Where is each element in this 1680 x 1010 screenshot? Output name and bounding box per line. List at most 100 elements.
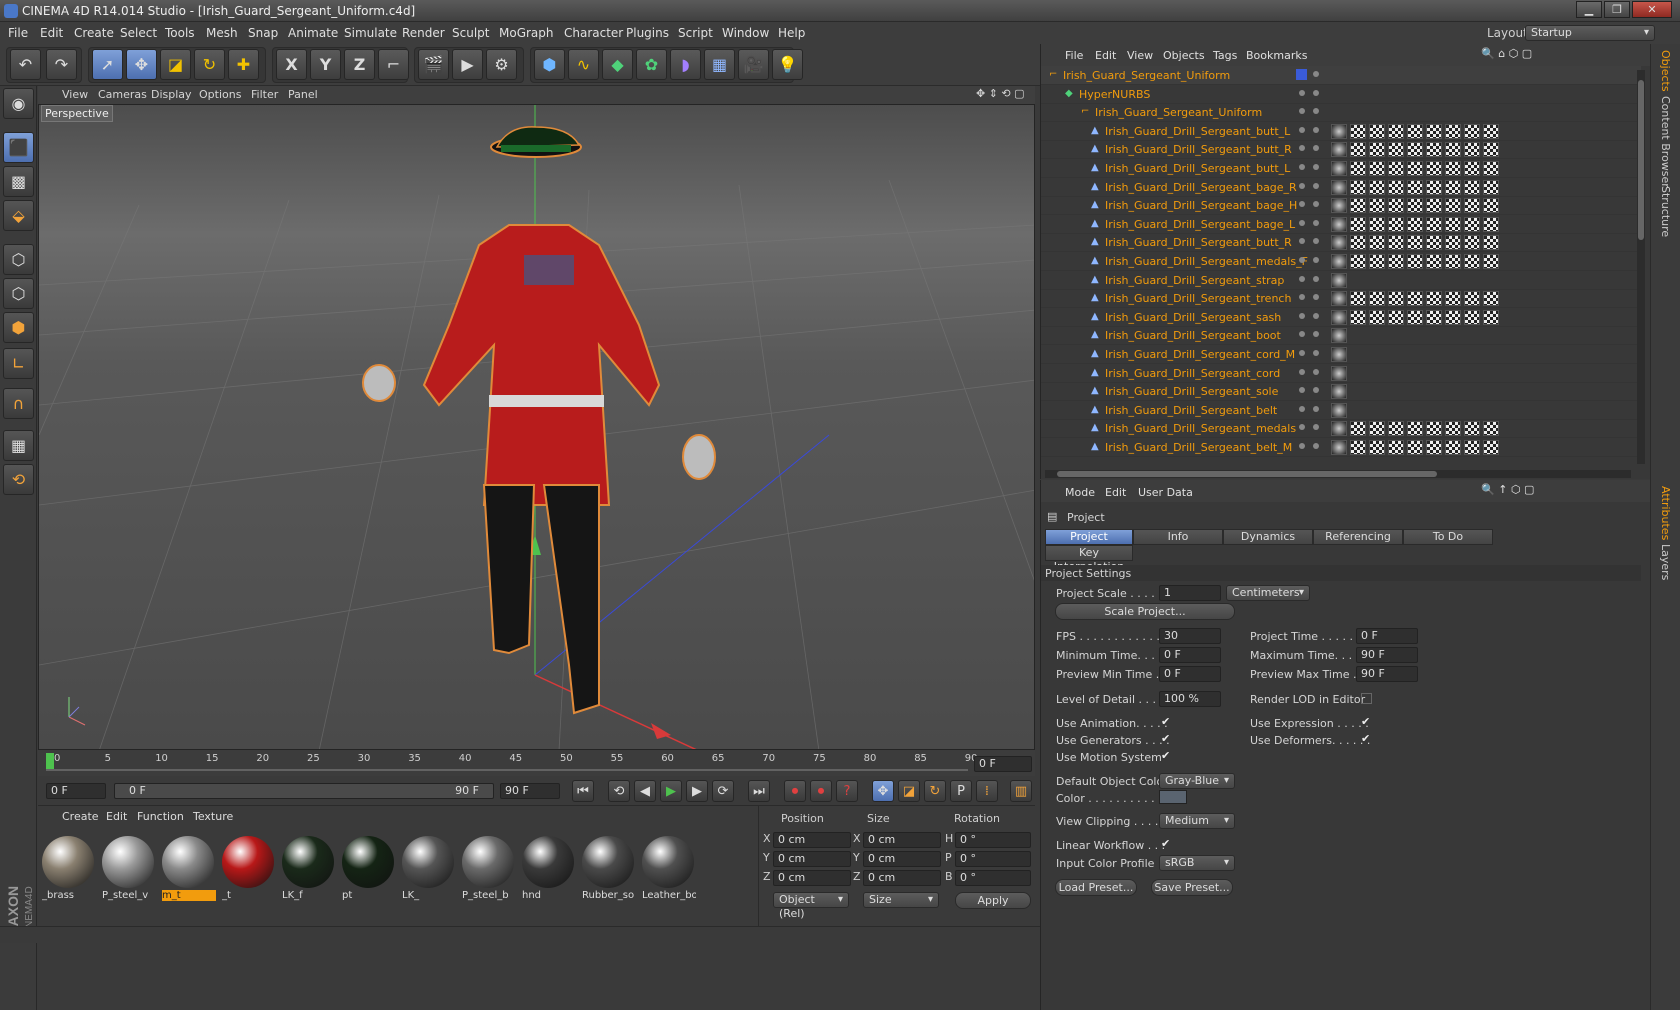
previous-frame-icon[interactable]: ◀: [634, 780, 656, 802]
min-time-field[interactable]: 0 F: [1159, 647, 1221, 663]
menu-tools[interactable]: Tools: [165, 26, 195, 40]
material-tag-icon[interactable]: [1445, 142, 1461, 158]
obj-menu-objects[interactable]: Objects: [1163, 49, 1205, 62]
obj-vscrollbar[interactable]: [1637, 70, 1645, 464]
coord-system-icon[interactable]: ⌐: [378, 49, 409, 80]
render-view-icon[interactable]: 🎬: [418, 49, 449, 80]
vp-menu-filter[interactable]: Filter: [251, 88, 278, 101]
texture-tag-icon[interactable]: [1331, 440, 1347, 455]
material-tag-icon[interactable]: [1483, 235, 1499, 251]
editor-visibility-dot[interactable]: [1299, 89, 1305, 96]
texture-tag-icon[interactable]: [1331, 402, 1347, 418]
range-slider[interactable]: 0 F 90 F: [114, 783, 494, 799]
coord-size-dropdown[interactable]: Size: [863, 892, 939, 908]
current-frame-field[interactable]: 0 F: [974, 756, 1032, 772]
coord-rotation-field[interactable]: 0 °: [955, 832, 1031, 848]
material-tag-icon[interactable]: [1350, 179, 1366, 195]
material-tag-icon[interactable]: [1426, 291, 1442, 307]
texture-tag-icon[interactable]: [1331, 365, 1347, 381]
next-frame-icon[interactable]: ▶: [686, 780, 708, 802]
render-visibility-dot[interactable]: [1313, 164, 1319, 170]
play-icon[interactable]: ▶: [660, 780, 682, 802]
material-tag-icon[interactable]: [1464, 179, 1480, 195]
material-tag-icon[interactable]: [1407, 309, 1423, 325]
layout-dropdown[interactable]: Startup: [1525, 25, 1655, 41]
material-tag-icon[interactable]: [1388, 254, 1404, 269]
texture-mode-icon[interactable]: ▩: [3, 166, 34, 197]
material-tag-icon[interactable]: [1407, 161, 1423, 176]
material-tag-icon[interactable]: [1407, 440, 1423, 455]
material-item[interactable]: P_steel_b: [460, 834, 516, 902]
coord-size-field[interactable]: 0 cm: [863, 851, 941, 867]
workplane-lock-icon[interactable]: ▦: [3, 430, 34, 461]
obj-menu-file[interactable]: File: [1065, 49, 1083, 62]
editor-visibility-dot[interactable]: [1299, 108, 1305, 115]
editor-visibility-dot[interactable]: [1299, 219, 1305, 226]
obj-menu-tags[interactable]: Tags: [1213, 49, 1237, 62]
material-tag-icon[interactable]: [1350, 198, 1366, 214]
material-tag-icon[interactable]: [1445, 216, 1461, 232]
object-row[interactable]: ▲ Irish_Guard_Drill_Sergeant_butt_R: [1041, 140, 1641, 160]
object-row[interactable]: ▲ Irish_Guard_Drill_Sergeant_butt_R: [1041, 233, 1641, 253]
record-keys-icon[interactable]: ⏺: [784, 780, 806, 802]
axis-mode-icon[interactable]: ∟: [3, 348, 34, 379]
obj-hscroll-thumb[interactable]: [1057, 471, 1437, 477]
vp-menu-options[interactable]: Options: [199, 88, 241, 101]
menu-help[interactable]: Help: [778, 26, 805, 40]
obj-hscrollbar[interactable]: [1045, 470, 1631, 478]
material-tag-icon[interactable]: [1483, 142, 1499, 158]
material-tag-icon[interactable]: [1483, 198, 1499, 214]
save-preset-button[interactable]: Save Preset...: [1151, 879, 1233, 896]
material-tag-icon[interactable]: [1426, 198, 1442, 214]
object-row[interactable]: ▲ Irish_Guard_Drill_Sergeant_boot: [1041, 326, 1641, 346]
magnet-icon[interactable]: ∩: [3, 388, 34, 419]
material-tag-icon[interactable]: [1426, 235, 1442, 251]
object-row[interactable]: ▲ Irish_Guard_Drill_Sergeant_butt_L: [1041, 122, 1641, 141]
go-to-end-icon[interactable]: ⏭: [748, 780, 770, 802]
object-row[interactable]: ▲ Irish_Guard_Drill_Sergeant_bage_R: [1041, 178, 1641, 197]
live-select-icon[interactable]: ➚: [92, 49, 123, 80]
attr-menu-mode[interactable]: Mode: [1065, 486, 1095, 499]
material-item[interactable]: Leather_bo: [640, 834, 696, 902]
render-visibility-dot[interactable]: [1313, 368, 1319, 375]
key-position-icon[interactable]: ✥: [872, 780, 894, 802]
layer-color-swatch[interactable]: [1296, 69, 1307, 80]
use-deformers-checkbox[interactable]: ✔: [1361, 733, 1372, 745]
material-tag-icon[interactable]: [1369, 291, 1385, 307]
material-tag-icon[interactable]: [1388, 235, 1404, 251]
material-tag-icon[interactable]: [1464, 142, 1480, 158]
coord-rotation-field[interactable]: 0 °: [955, 870, 1031, 886]
project-scale-field[interactable]: 1: [1159, 585, 1221, 601]
object-row[interactable]: ▲ Irish_Guard_Drill_Sergeant_strap: [1041, 271, 1641, 290]
material-tag-icon[interactable]: [1464, 161, 1480, 176]
sidetab-structure[interactable]: Structure: [1659, 186, 1672, 237]
material-tag-icon[interactable]: [1483, 291, 1499, 307]
input-profile-dropdown[interactable]: sRGB: [1159, 855, 1235, 871]
workplane-mode-icon[interactable]: ⬙: [3, 200, 34, 231]
texture-tag-icon[interactable]: [1331, 254, 1347, 269]
material-tag-icon[interactable]: [1464, 421, 1480, 437]
render-visibility-dot[interactable]: [1313, 89, 1319, 96]
vp-navigate-icons[interactable]: ✥ ⇕ ⟲ ▢: [976, 87, 1025, 100]
coord-size-field[interactable]: 0 cm: [863, 870, 941, 886]
key-parameter-icon[interactable]: P: [950, 780, 972, 802]
scale-icon[interactable]: ◪: [160, 49, 191, 80]
material-tag-icon[interactable]: [1388, 179, 1404, 195]
editor-visibility-dot[interactable]: [1299, 275, 1305, 282]
sidetab-content-browser[interactable]: Content Browser: [1659, 96, 1672, 188]
material-tag-icon[interactable]: [1483, 123, 1499, 139]
editor-visibility-dot[interactable]: [1299, 294, 1305, 301]
material-item[interactable]: hnd: [520, 834, 576, 902]
nurbs-icon[interactable]: ◆: [602, 49, 633, 80]
y-axis-icon[interactable]: Y: [310, 49, 341, 80]
vp-menu-cameras[interactable]: Cameras: [98, 88, 147, 101]
object-row[interactable]: ▲ Irish_Guard_Drill_Sergeant_trench: [1041, 289, 1641, 309]
material-tag-icon[interactable]: [1445, 235, 1461, 251]
material-tag-icon[interactable]: [1483, 254, 1499, 269]
vp-menu-panel[interactable]: Panel: [288, 88, 318, 101]
material-tag-icon[interactable]: [1483, 440, 1499, 455]
material-tag-icon[interactable]: [1350, 123, 1366, 139]
material-tag-icon[interactable]: [1388, 421, 1404, 437]
x-axis-icon[interactable]: X: [276, 49, 307, 80]
material-tag-icon[interactable]: [1388, 216, 1404, 232]
